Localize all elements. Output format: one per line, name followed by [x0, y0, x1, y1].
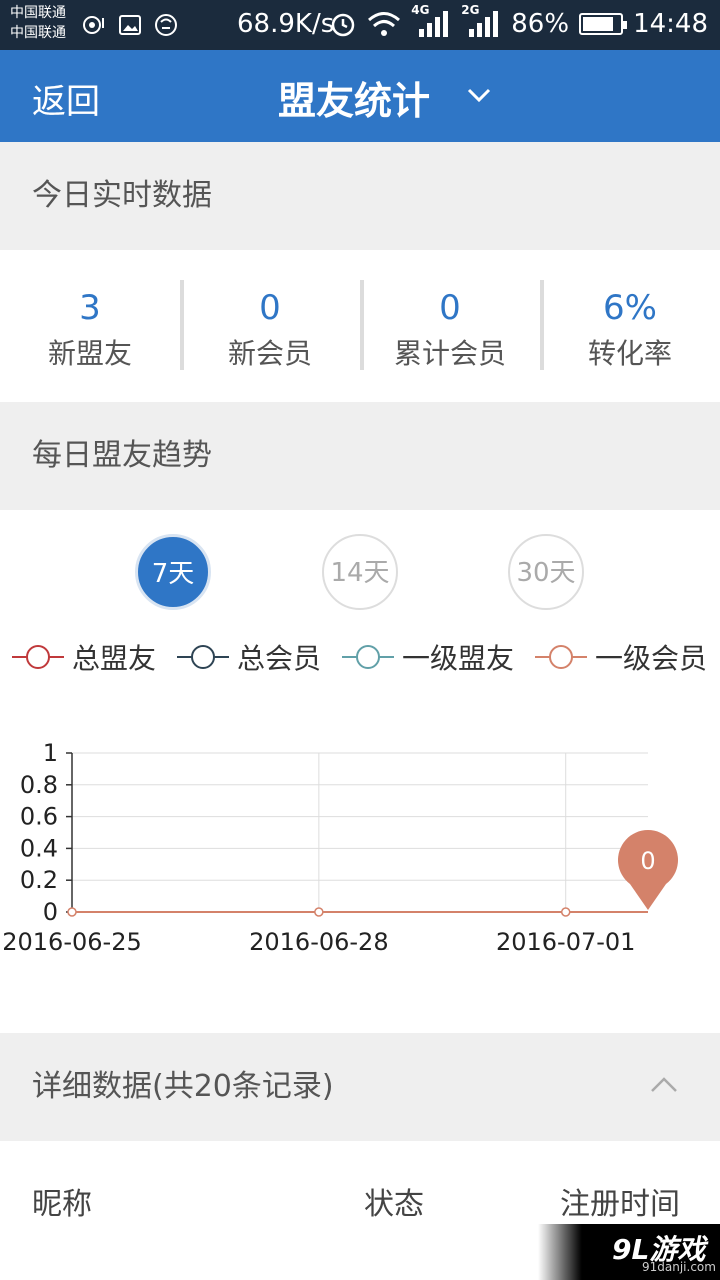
hotspot-icon [83, 16, 104, 34]
legend-marker [177, 645, 229, 669]
y-tick-label: 0.4 [20, 834, 58, 862]
y-tick-label: 0 [43, 898, 58, 926]
clock: 14:48 [633, 9, 708, 39]
stat-label: 累计会员 [393, 337, 506, 370]
stat-label: 转化率 [587, 337, 672, 370]
legend-item-total-members[interactable]: 总会员 [177, 630, 321, 684]
net-4g-label: 4G [411, 3, 430, 17]
realtime-heading: 今日实时数据 [0, 142, 720, 250]
legend-dot [191, 645, 215, 669]
watermark-site: 91danji.com [642, 1260, 716, 1274]
legend-label: 一级会员 [595, 642, 708, 675]
image-icon [119, 15, 141, 35]
wifi-icon [368, 12, 401, 36]
carrier-names: 中国联通 中国联通 [10, 3, 66, 43]
chart-legend: 总盟友 总会员 一级盟友 一级会员 [0, 630, 720, 684]
y-tick-label: 0.6 [20, 803, 58, 831]
y-tick-label: 1 [43, 739, 58, 767]
network-speed: 68.9K/s [237, 9, 335, 39]
notification-icons [82, 13, 178, 37]
alarm-icon [332, 13, 355, 37]
net-2g-label: 2G [461, 3, 480, 17]
column-register-time[interactable]: 注册时间 [560, 1179, 680, 1223]
legend-label: 总盟友 [72, 642, 157, 675]
carrier-2: 中国联通 [10, 25, 66, 41]
stat-value: 0 [439, 288, 461, 328]
stat-total-members: 0 累计会员 [360, 250, 540, 402]
column-status[interactable]: 状态 [364, 1179, 424, 1223]
stat-new-members: 0 新会员 [180, 250, 360, 402]
battery-icon [579, 13, 628, 35]
chevron-down-icon[interactable] [466, 82, 492, 108]
detail-heading[interactable]: 详细数据(共20条记录) [0, 1033, 720, 1141]
stat-label: 新盟友 [47, 337, 132, 370]
status-bar: 中国联通 中国联通 68.9K/s 4G 2G 86% 14:48 [0, 0, 720, 50]
x-tick-label: 2016-07-01 [496, 928, 635, 956]
battery-fill [583, 17, 614, 31]
stat-value: 3 [79, 288, 101, 328]
stat-conversion-rate: 6% 转化率 [540, 250, 720, 402]
x-tick-label: 2016-06-25 [2, 928, 141, 956]
range-7-days[interactable]: 7天 [135, 534, 211, 610]
stat-value: 6% [603, 288, 657, 328]
battery-percent: 86% [511, 9, 570, 39]
legend-label: 总会员 [237, 642, 322, 675]
stat-value: 0 [259, 288, 281, 328]
chevron-up-icon[interactable] [650, 1075, 678, 1093]
legend-marker [535, 645, 587, 669]
legend-marker [12, 645, 64, 669]
signal-4g: 4G [411, 3, 451, 39]
legend-label: 一级盟友 [402, 642, 515, 675]
data-point [67, 907, 77, 917]
trend-heading: 每日盟友趋势 [0, 402, 720, 510]
stat-label: 新会员 [227, 337, 312, 370]
data-point [314, 907, 324, 917]
legend-dot [356, 645, 380, 669]
status-right: 4G 2G 86% 14:48 [329, 3, 708, 39]
range-30-days[interactable]: 30天 [508, 534, 584, 610]
detail-title: 详细数据(共20条记录) [32, 1069, 334, 1104]
legend-item-level1-members[interactable]: 一级会员 [535, 630, 707, 684]
carrier-1: 中国联通 [10, 5, 66, 21]
nav-bar: 返回 盟友统计 [0, 50, 720, 142]
legend-marker [342, 645, 394, 669]
trend-chart: 0 0.2 0.4 0.6 0.8 1 2016-06-25 2016-06-28 2016-0… [2, 739, 679, 956]
legend-dot [549, 645, 573, 669]
app-notification-icon [155, 14, 177, 36]
legend-item-total-allies[interactable]: 总盟友 [12, 630, 156, 684]
realtime-stats: 3 新盟友 0 新会员 0 累计会员 6% 转化率 [0, 250, 720, 402]
back-button[interactable]: 返回 [32, 74, 100, 123]
legend-item-level1-allies[interactable]: 一级盟友 [342, 630, 514, 684]
stat-new-allies: 3 新盟友 [0, 250, 180, 402]
data-point [560, 907, 571, 917]
page-title[interactable]: 盟友统计 [278, 70, 430, 125]
x-tick-label: 2016-06-28 [249, 928, 388, 956]
column-nickname[interactable]: 昵称 [32, 1179, 92, 1223]
range-14-days[interactable]: 14天 [322, 534, 398, 610]
y-tick-label: 0.2 [20, 866, 58, 894]
site-watermark: 9L游戏 91danji.com [538, 1224, 720, 1280]
y-tick-label: 0.8 [20, 771, 58, 799]
marker-label: 0 [640, 847, 655, 875]
signal-2g: 2G [461, 3, 501, 39]
battery-tip [623, 21, 628, 29]
legend-dot [26, 645, 50, 669]
